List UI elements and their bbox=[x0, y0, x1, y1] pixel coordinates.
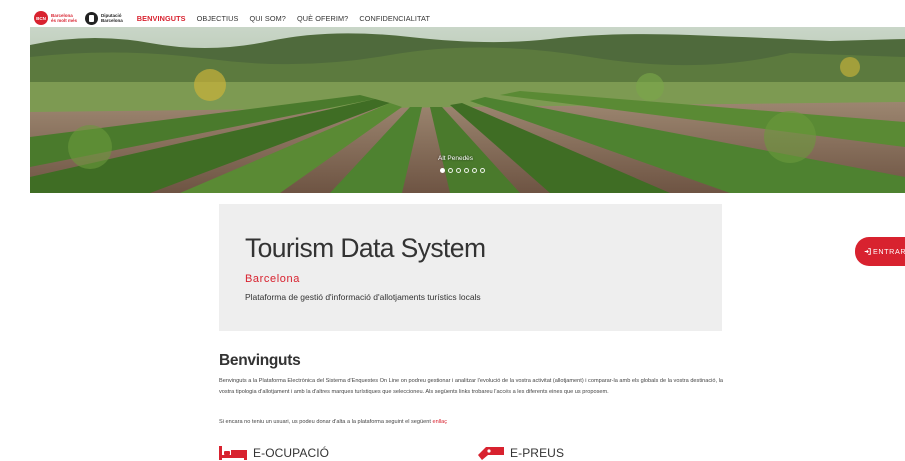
price-tag-icon bbox=[478, 447, 504, 460]
bed-icon bbox=[219, 446, 247, 460]
welcome-heading: Benvinguts bbox=[219, 352, 301, 369]
main-menu: BENVINGUTS OBJECTIUS QUI SOM? QUÈ OFERIM… bbox=[137, 14, 430, 23]
carousel-dot[interactable] bbox=[456, 168, 461, 173]
nav-item-objectius[interactable]: OBJECTIUS bbox=[197, 14, 239, 23]
carousel-dot[interactable] bbox=[440, 168, 445, 173]
signup-text: Si encara no teniu un usuari, us podeu d… bbox=[219, 419, 433, 425]
nav-item-benvinguts[interactable]: BENVINGUTS bbox=[137, 14, 186, 23]
enter-button[interactable]: ENTRAR bbox=[855, 237, 905, 266]
page-title: Tourism Data System bbox=[245, 233, 486, 263]
signup-link[interactable]: enllaç bbox=[432, 419, 447, 425]
carousel-dot[interactable] bbox=[448, 168, 453, 173]
carousel-dot[interactable] bbox=[464, 168, 469, 173]
module-e-preus[interactable]: E-PREUS bbox=[478, 446, 564, 460]
top-navigation: BCN Barcelona és molt més Diputació Barc… bbox=[30, 9, 905, 27]
hero-carousel[interactable]: Alt Penedès bbox=[30, 27, 905, 193]
hero-caption: Alt Penedès bbox=[438, 155, 474, 162]
diputacio-logo-line2: Barcelona bbox=[101, 18, 123, 23]
nav-item-que-oferim[interactable]: QUÈ OFERIM? bbox=[297, 14, 348, 23]
intro-panel: Tourism Data System Barcelona Plataforma… bbox=[219, 204, 722, 331]
nav-item-qui-som[interactable]: QUI SOM? bbox=[249, 14, 285, 23]
nav-item-confidencialitat[interactable]: CONFIDENCIALITAT bbox=[359, 14, 430, 23]
carousel-dot[interactable] bbox=[480, 168, 485, 173]
diputacio-emblem-icon bbox=[85, 11, 99, 25]
diputacio-logo[interactable]: Diputació Barcelona bbox=[85, 11, 123, 25]
bcn-badge-icon: BCN bbox=[34, 11, 48, 25]
welcome-paragraph: Benvinguts a la Plataforma Electrònica d… bbox=[219, 378, 723, 395]
location-subtitle: Barcelona bbox=[245, 273, 300, 285]
carousel-dot[interactable] bbox=[472, 168, 477, 173]
carousel-indicators bbox=[440, 168, 485, 173]
login-icon bbox=[864, 248, 871, 255]
enter-button-label: ENTRAR bbox=[873, 247, 905, 256]
platform-description: Plataforma de gestió d'informació d'allo… bbox=[245, 292, 481, 302]
bcn-logo-line2: és molt més bbox=[51, 18, 78, 23]
module-e-ocupacio[interactable]: E-OCUPACIÓ bbox=[219, 446, 329, 460]
signup-line: Si encara no teniu un usuari, us podeu d… bbox=[219, 419, 447, 425]
module-label: E-OCUPACIÓ bbox=[253, 446, 330, 460]
barcelona-logo[interactable]: BCN Barcelona és molt més bbox=[34, 11, 77, 25]
module-label: E-PREUS bbox=[510, 446, 565, 460]
